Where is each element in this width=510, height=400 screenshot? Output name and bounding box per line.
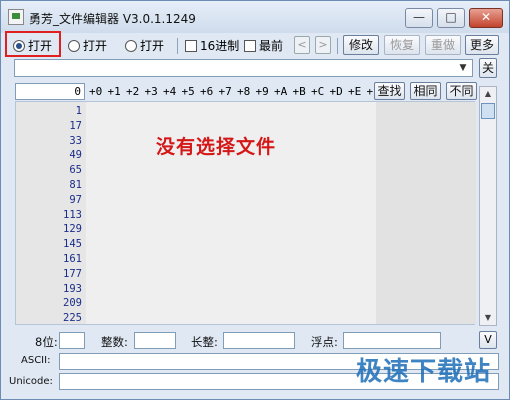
radio-open-3[interactable]: 打开 [125,37,164,55]
address-label: 129 [63,223,82,236]
address-label: 161 [63,253,82,265]
column-label: +3 [144,85,158,98]
address-label: 177 [63,267,82,280]
address-label: 225 [63,312,82,325]
checkbox-topmost[interactable]: 最前 [244,37,283,55]
column-label: +C [311,85,325,98]
column-label: +6 [200,85,214,98]
radio-unchecked-icon [68,40,80,52]
checkbox-hex[interactable]: 16进制 [185,37,239,55]
column-label: +9 [255,85,269,98]
address-label: 81 [69,179,82,191]
restore-button[interactable]: 恢复 [384,35,420,55]
column-label: +E [348,85,362,98]
address-label: 33 [69,134,82,147]
app-icon [8,9,24,25]
redo-button[interactable]: 重做 [425,35,461,55]
radio-unchecked-icon [125,40,137,52]
maximize-icon: □ [445,10,457,24]
radio-open-1[interactable]: 打开 [13,37,52,55]
hex-view[interactable]: 1 17 33 49 65 81 97 113 129 145 161 177 193 209 225 没有… [15,101,476,325]
toolbar: 打开 打开 打开 16进制 最前 < > 修改 恢复 重做 更多 [7,34,505,56]
address-label: 49 [69,149,82,162]
window-title: 勇芳_文件编辑器 V3.0.1.1249 [29,12,196,26]
address-label: 193 [63,282,82,295]
chevron-down-icon[interactable]: ▼ [456,61,470,75]
radio-checked-icon [13,40,25,52]
address-label: 17 [69,119,82,132]
checkbox-icon [185,40,197,52]
column-label: +A [274,85,288,98]
scroll-up-icon[interactable]: ▲ [480,87,496,101]
field-integer[interactable] [134,332,176,349]
column-label: +B [292,85,306,98]
watermark: 极速下载站 [355,357,491,387]
separator [337,38,338,54]
maximize-button[interactable]: □ [437,8,465,28]
column-label: +1 [107,85,121,98]
column-label: +5 [181,85,195,98]
column-label: +7 [218,85,232,98]
v-button[interactable]: V [479,331,497,349]
title-bar: 勇芳_文件编辑器 V3.0.1.1249 — □ ✕ [1,1,509,33]
minimize-icon: — [413,10,425,24]
scroll-down-icon[interactable]: ▼ [480,311,496,325]
field-long[interactable] [223,332,295,349]
label-float: 浮点: [311,335,338,349]
field-float[interactable] [343,332,441,349]
app-window: 勇芳_文件编辑器 V3.0.1.1249 — □ ✕ 打开 打开 打开 16进制… [0,0,510,400]
checkbox-icon [244,40,256,52]
close-icon: ✕ [480,10,492,24]
address-label: 145 [63,238,82,251]
more-button[interactable]: 更多 [465,35,499,55]
column-label: +8 [237,85,251,98]
same-button[interactable]: 相同 [410,82,441,100]
vertical-scrollbar[interactable]: ▲ ▼ [479,86,497,326]
label-integer: 整数: [101,335,128,349]
label-8bit: 8位: [35,335,58,349]
no-file-message: 没有选择文件 [156,136,277,158]
column-label: +4 [163,85,177,98]
address-label: 209 [63,297,82,310]
label-long: 长整: [191,335,218,349]
column-label: +0 [89,85,103,98]
close-file-button[interactable]: 关 [479,58,497,78]
address-label: 113 [63,208,82,221]
scroll-thumb[interactable] [481,103,495,119]
column-label: +2 [126,85,140,98]
ascii-column [376,102,476,324]
diff-button[interactable]: 不同 [446,82,477,100]
label-ascii: ASCII: [21,355,51,366]
column-label: +D [329,85,343,98]
offset-field[interactable]: 0 [15,83,85,100]
radio-open-2[interactable]: 打开 [68,37,107,55]
find-button[interactable]: 查找 [374,82,405,100]
separator [177,38,178,54]
close-button[interactable]: ✕ [469,8,503,28]
file-combo[interactable]: ▼ [14,59,473,77]
next-button[interactable]: > [315,36,331,54]
modify-button[interactable]: 修改 [343,35,379,55]
label-unicode: Unicode: [9,376,53,387]
column-header: +0+1+2+3+4+5+6+7+8+9+A+B+C+D+E+F [89,85,385,98]
field-8bit[interactable] [59,332,85,349]
address-label: 97 [69,193,82,206]
prev-button[interactable]: < [294,36,310,54]
address-label: 65 [69,164,82,177]
minimize-button[interactable]: — [405,8,433,28]
address-label: 1 [75,105,82,117]
